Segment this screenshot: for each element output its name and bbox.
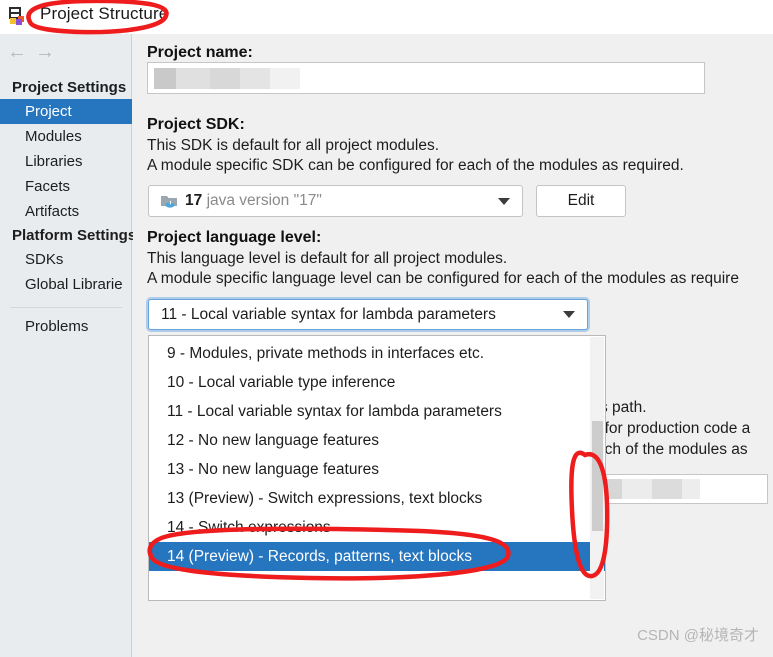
sidebar-item-problems[interactable]: Problems [0, 314, 132, 339]
csdn-watermark: CSDN @秘境奇才 [637, 627, 759, 644]
sidebar-item-modules[interactable]: Modules [0, 124, 132, 149]
sidebar-list: Project Settings Project Modules Librari… [0, 76, 137, 339]
sidebar-item-facets[interactable]: Facets [0, 174, 132, 199]
dropdown-option-9[interactable]: 9 - Modules, private methods in interfac… [149, 339, 605, 368]
chevron-down-icon[interactable] [498, 197, 510, 205]
project-language-level-desc-line2: A module specific language level can be … [147, 270, 739, 287]
sidebar-item-artifacts[interactable]: Artifacts [0, 199, 132, 224]
dropdown-option-14[interactable]: 14 - Switch expressions [149, 513, 605, 542]
dropdown-scrollbar-thumb[interactable] [592, 421, 603, 531]
project-sdk-combobox[interactable]: 17 java version "17" [148, 185, 523, 217]
occluded-text-line1: s path. [600, 399, 647, 416]
project-name-label: Project name: [147, 44, 253, 61]
dropdown-scrollbar-track[interactable] [590, 337, 604, 599]
window-title: Project Structure [40, 4, 169, 23]
project-settings-pane: Project name: Project SDK: This SDK is d… [133, 34, 773, 657]
project-sdk-label: Project SDK: [147, 116, 245, 133]
occluded-text-input[interactable] [588, 474, 768, 504]
project-language-level-value: 11 - Local variable syntax for lambda pa… [161, 305, 496, 323]
project-sdk-value: 17 java version "17" [185, 192, 498, 210]
sidebar-group-platform-settings: Platform Settings [12, 227, 137, 244]
arrow-right-icon[interactable]: → [34, 42, 56, 62]
project-language-level-desc-line1: This language level is default for all p… [147, 250, 508, 267]
title-bar: Project Structure [0, 0, 773, 34]
sidebar-item-sdks[interactable]: SDKs [0, 247, 132, 272]
sidebar-navigation-bar: ← → [0, 34, 132, 70]
project-sdk-name: 17 [185, 192, 203, 209]
project-sdk-version: java version "17" [206, 192, 322, 209]
dropdown-option-12[interactable]: 12 - No new language features [149, 426, 605, 455]
chevron-down-icon[interactable] [563, 311, 575, 318]
redacted-project-name [154, 68, 300, 89]
occluded-text-line2: t for production code a [596, 420, 751, 437]
project-language-level-label: Project language level: [147, 229, 322, 246]
project-structure-dialog: Project Structure ← → Project Settings P… [0, 0, 773, 657]
sdk-edit-button[interactable]: Edit [536, 185, 626, 217]
java-sdk-folder-icon [160, 193, 178, 209]
arrow-left-icon[interactable]: ← [6, 42, 28, 62]
dropdown-option-13-preview[interactable]: 13 (Preview) - Switch expressions, text … [149, 484, 605, 513]
project-sdk-desc-line2: A module specific SDK can be configured … [147, 157, 684, 174]
sidebar-item-project[interactable]: Project [0, 99, 132, 124]
dropdown-option-11[interactable]: 11 - Local variable syntax for lambda pa… [149, 397, 605, 426]
project-sdk-desc-line1: This SDK is default for all project modu… [147, 137, 440, 154]
redacted-occluded-value [594, 479, 700, 499]
dropdown-option-13[interactable]: 13 - No new language features [149, 455, 605, 484]
settings-sidebar: ← → Project Settings Project Modules Lib… [0, 34, 137, 657]
sidebar-item-global-libraries[interactable]: Global Librarie [0, 272, 132, 297]
intellij-idea-icon [8, 6, 30, 28]
project-language-level-combobox[interactable]: 11 - Local variable syntax for lambda pa… [148, 299, 588, 330]
occluded-text-line3: ach of the modules as [596, 441, 748, 458]
sidebar-group-project-settings: Project Settings [12, 79, 127, 96]
dropdown-option-14-preview[interactable]: 14 (Preview) - Records, patterns, text b… [149, 542, 605, 571]
sidebar-divider [10, 307, 122, 308]
dropdown-option-list: 9 - Modules, private methods in interfac… [149, 336, 605, 571]
project-name-input[interactable] [147, 62, 705, 94]
language-level-dropdown[interactable]: 9 - Modules, private methods in interfac… [148, 335, 606, 601]
sidebar-item-libraries[interactable]: Libraries [0, 149, 132, 174]
dropdown-option-10[interactable]: 10 - Local variable type inference [149, 368, 605, 397]
